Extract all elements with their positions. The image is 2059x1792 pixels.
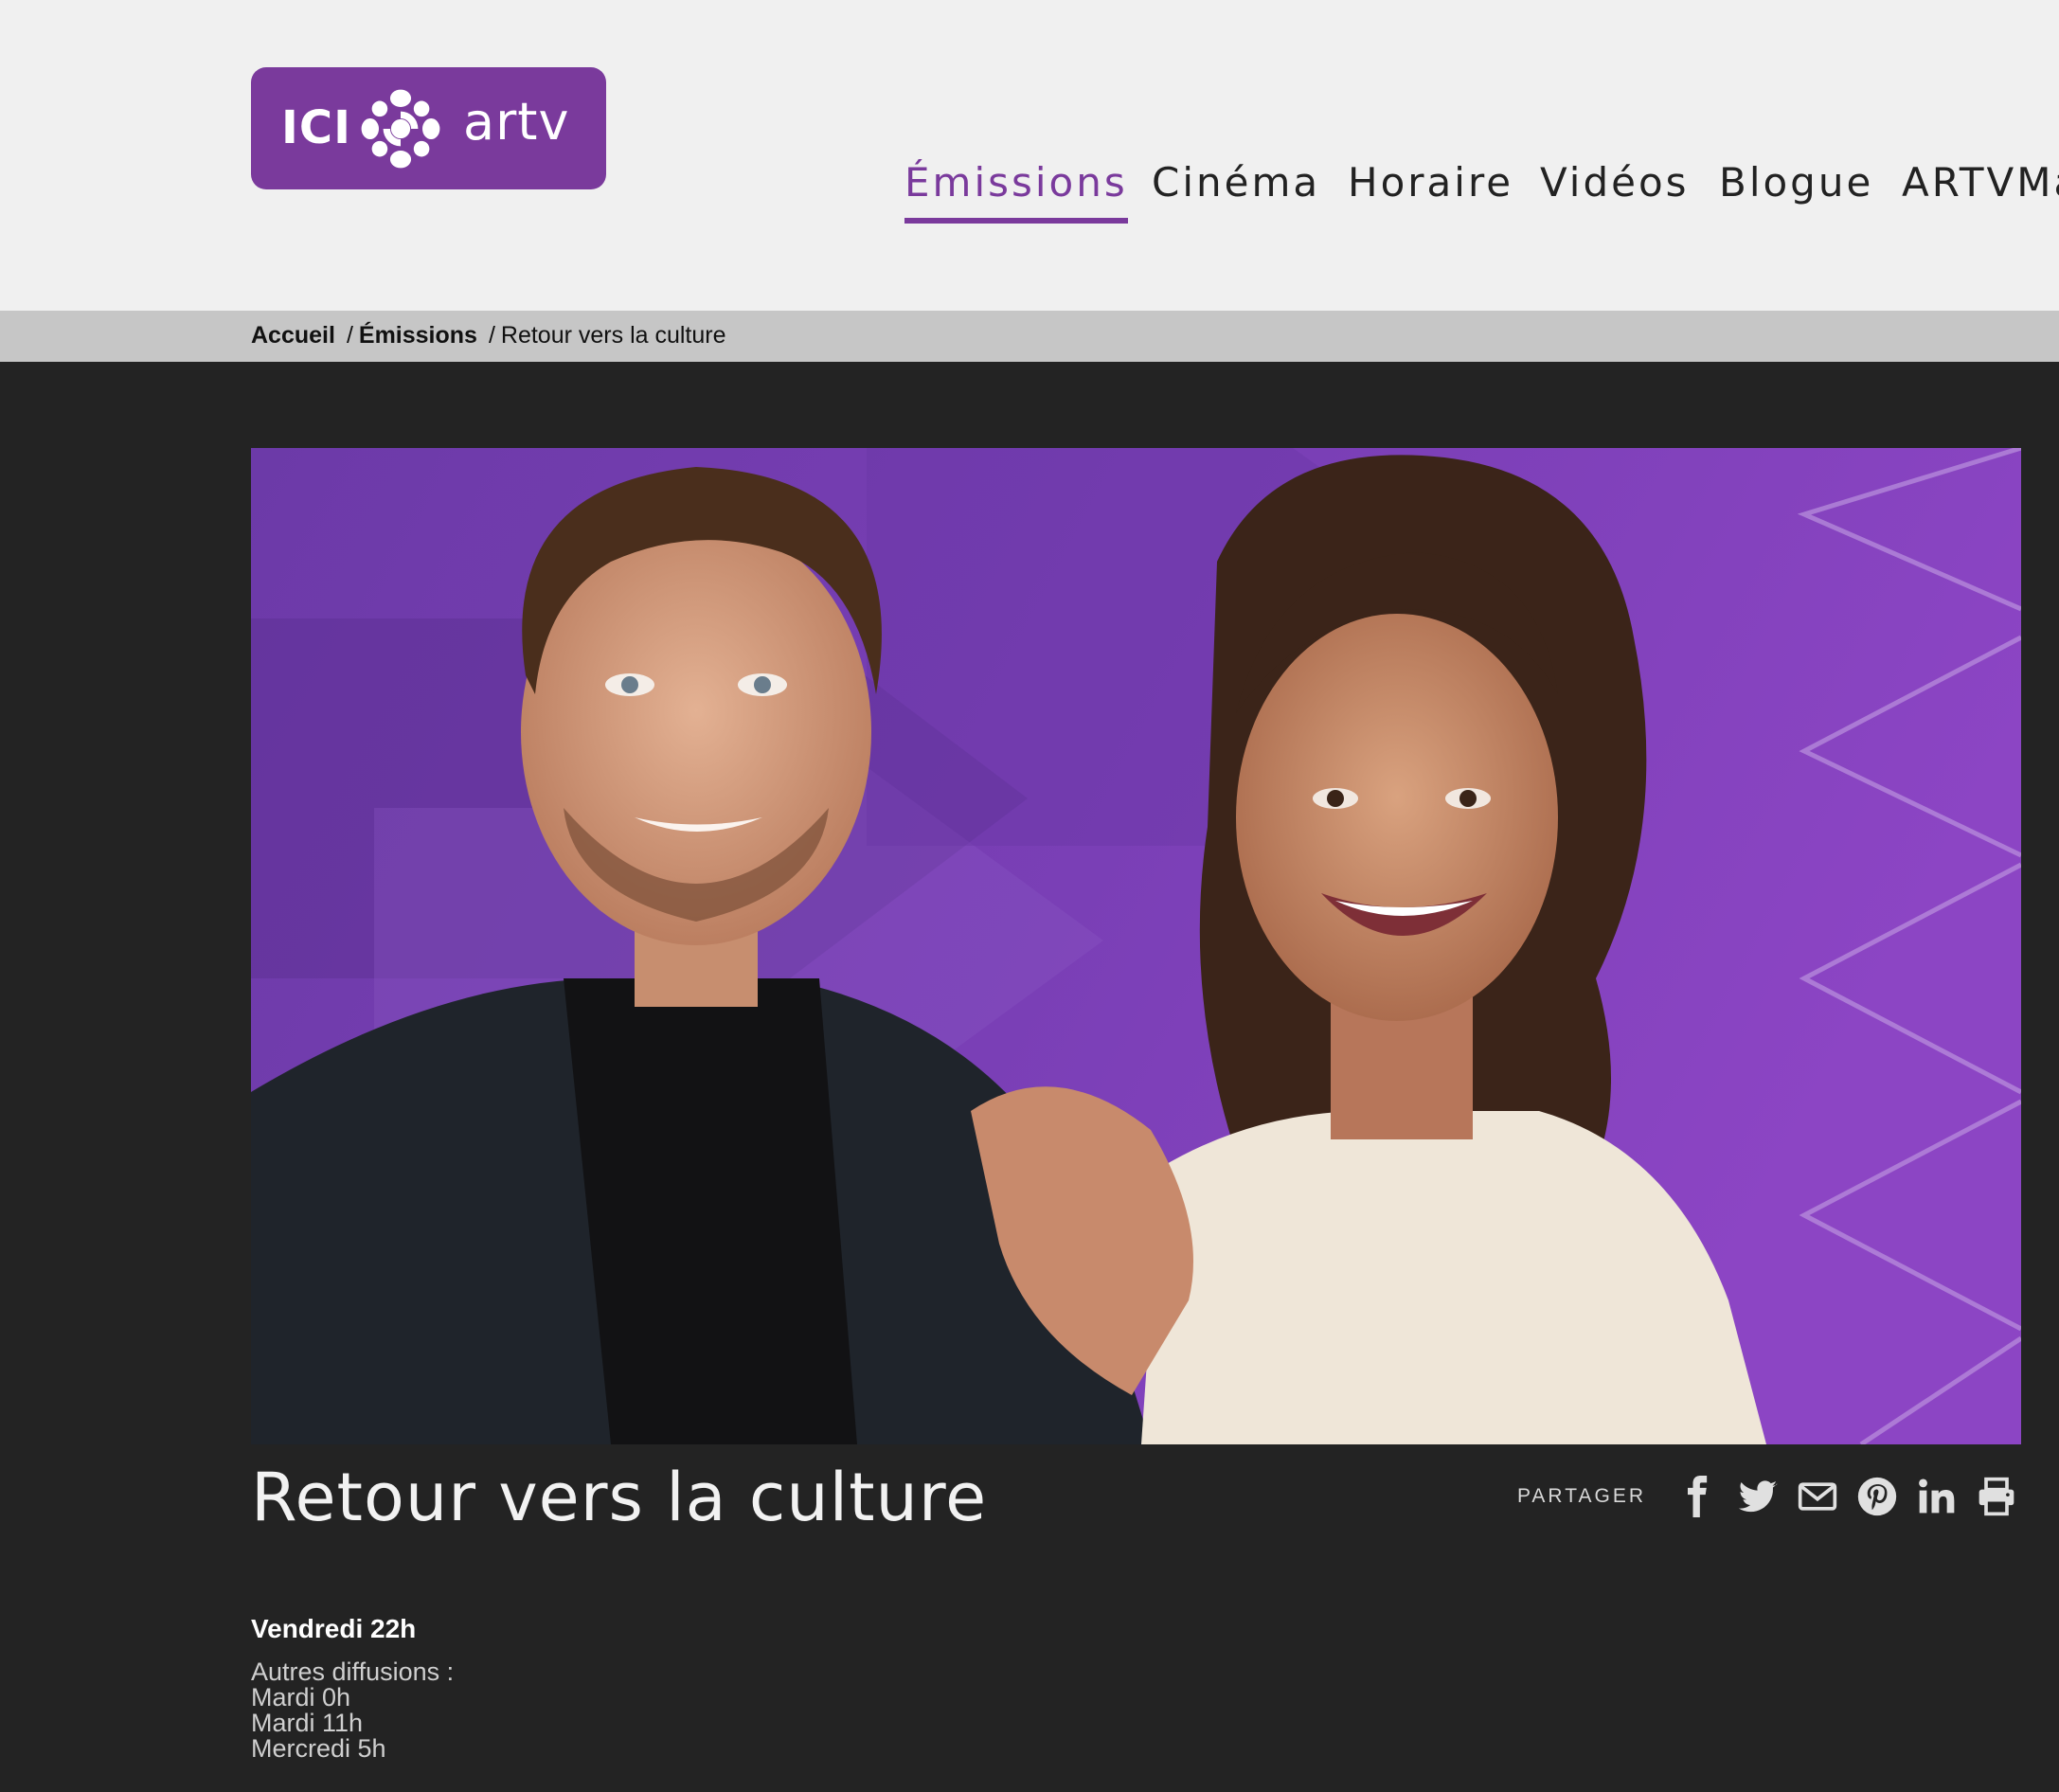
print-icon [1978,1477,2014,1516]
other-broadcast-time: Mardi 11h [251,1709,364,1737]
site-header: ICI artv Émissions Cinéma Horaire Vidéos… [0,0,2059,311]
other-broadcast-time: Mercredi 5h [251,1734,386,1763]
breadcrumb-separator: / [346,322,353,349]
pinterest-icon [1857,1477,1897,1516]
nav-item-blogue[interactable]: Blogue [1719,159,1873,227]
pinterest-share-button[interactable] [1853,1473,1902,1520]
show-hero-image [251,448,2021,1444]
show-title: Retour vers la culture [251,1459,988,1536]
breadcrumb-home[interactable]: Accueil [251,322,335,349]
broadcast-schedule: Vendredi 22h Autres diffusions : Mardi 0… [251,1614,454,1762]
linkedin-share-button[interactable] [1912,1473,1961,1520]
facebook-share-button[interactable] [1674,1473,1723,1520]
breadcrumb-bar: Accueil / Émissions / Retour vers la culture [0,311,2059,362]
other-broadcast-time: Mardi 0h [251,1683,351,1711]
primary-broadcast-time: Vendredi 22h [251,1614,417,1643]
nav-item-emissions[interactable]: Émissions [904,159,1128,227]
nav-item-cinema[interactable]: Cinéma [1152,159,1320,227]
breadcrumb-section[interactable]: Émissions [359,322,477,349]
ici-artv-logo[interactable]: ICI artv [251,67,606,189]
linkedin-icon [1919,1478,1955,1514]
email-icon [1798,1482,1837,1511]
twitter-icon [1738,1480,1778,1513]
nav-item-artvmag[interactable]: ARTVMa [1902,159,2059,227]
logo-ici-text: ICI [281,101,351,154]
nav-item-videos[interactable]: Vidéos [1540,159,1690,227]
share-label: PARTAGER [1516,1485,1646,1507]
breadcrumb-current: Retour vers la culture [500,322,726,349]
email-share-button[interactable] [1793,1473,1842,1520]
nav-item-horaire[interactable]: Horaire [1348,159,1513,227]
share-bar: PARTAGER [1517,1473,2021,1520]
twitter-share-button[interactable] [1733,1473,1782,1520]
other-broadcasts-label: Autres diffusions : [251,1658,455,1686]
facebook-icon [1688,1476,1708,1517]
breadcrumb: Accueil / Émissions / Retour vers la culture [251,322,726,349]
print-button[interactable] [1972,1473,2021,1520]
radio-canada-gem-icon [361,89,440,169]
breadcrumb-separator: / [488,322,495,349]
logo-artv-text: artv [463,92,570,152]
